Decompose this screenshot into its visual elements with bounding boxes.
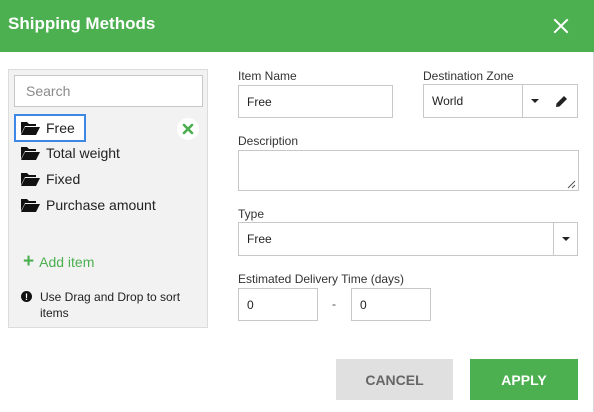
destination-zone-value: World: [432, 94, 464, 108]
folder-open-icon: [20, 145, 40, 161]
pencil-icon: [556, 95, 567, 107]
method-item-label: Free: [46, 120, 75, 136]
description-textarea[interactable]: [238, 150, 579, 191]
shipping-methods-dialog: Shipping Methods Free Total weight: [0, 0, 594, 412]
plus-icon: +: [23, 251, 35, 272]
folder-open-icon: [20, 171, 40, 187]
dialog-title: Shipping Methods: [8, 14, 156, 33]
delivery-time-label: Estimated Delivery Time (days): [238, 272, 405, 286]
info-icon: !: [21, 291, 32, 302]
search-input[interactable]: [14, 75, 203, 107]
method-item-free[interactable]: Free: [14, 114, 86, 142]
range-separator: -: [332, 297, 336, 311]
add-item-button[interactable]: + Add item: [23, 252, 94, 271]
remove-item-button[interactable]: [177, 118, 199, 140]
caret-down-icon: [553, 223, 577, 255]
destination-zone-select[interactable]: World: [423, 84, 547, 118]
dialog-header: Shipping Methods: [0, 0, 594, 52]
apply-button[interactable]: APPLY: [470, 359, 578, 400]
item-name-input[interactable]: [238, 85, 393, 118]
close-icon: [553, 18, 569, 34]
add-item-label: Add item: [39, 253, 95, 270]
folder-open-icon: [20, 120, 40, 136]
item-name-label: Item Name: [238, 69, 297, 83]
methods-sidebar: Free Total weight Fixed Purchase amount …: [8, 69, 208, 328]
description-label: Description: [238, 134, 299, 148]
cancel-button[interactable]: CANCEL: [336, 359, 453, 400]
method-item-total-weight[interactable]: Total weight: [14, 139, 120, 167]
remove-x-icon: [182, 123, 194, 135]
type-label: Type: [238, 207, 265, 221]
edit-zone-button[interactable]: [546, 84, 578, 118]
resize-grip-icon[interactable]: [567, 180, 576, 189]
sort-hint-text: Use Drag and Drop to sort items: [40, 290, 181, 320]
delivery-min-input[interactable]: [238, 288, 318, 321]
folder-open-icon: [20, 197, 40, 213]
sort-hint: ! Use Drag and Drop to sort items: [21, 289, 206, 321]
method-item-purchase-amount[interactable]: Purchase amount: [14, 191, 156, 219]
type-value: Free: [247, 232, 272, 246]
type-select[interactable]: Free: [238, 222, 578, 256]
method-item-label: Total weight: [46, 145, 120, 161]
caret-down-icon: [522, 85, 546, 117]
method-item-label: Fixed: [46, 171, 81, 187]
close-button[interactable]: [549, 14, 573, 38]
method-item-fixed[interactable]: Fixed: [14, 165, 80, 193]
destination-zone-label: Destination Zone: [423, 69, 514, 83]
delivery-max-input[interactable]: [351, 288, 431, 321]
method-item-label: Purchase amount: [46, 197, 156, 213]
